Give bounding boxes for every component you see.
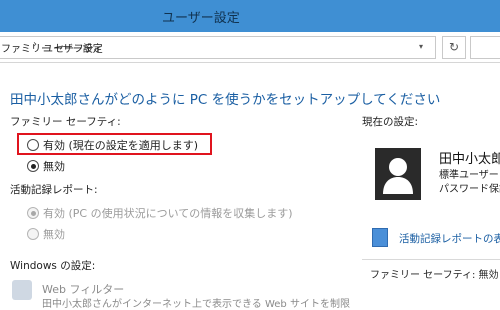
activity-report-label: 活動記録レポート: — [10, 184, 98, 196]
search-input[interactable] — [470, 36, 500, 59]
window-title: ユーザー設定 — [162, 11, 240, 26]
user-silhouette-icon — [383, 158, 413, 194]
current-settings-label: 現在の設定: — [362, 116, 419, 128]
family-safety-off-radio[interactable] — [27, 160, 39, 172]
family-safety-label: ファミリー セーフティ: — [10, 116, 121, 128]
password-status: パスワード保護 — [439, 184, 500, 195]
activity-report-on-label: 有効 (PC の使用状況についての情報を収集します) — [43, 207, 293, 220]
family-safety-status: ファミリー セーフティ: 無効 — [370, 270, 499, 281]
page-heading: 田中小太郎さんがどのように PC を使うかをセットアップしてください — [10, 92, 441, 108]
family-safety-on-radio[interactable] — [27, 139, 39, 151]
breadcrumb-user-settings[interactable]: ユーザー設定 — [43, 40, 103, 55]
web-filter-icon — [12, 280, 32, 300]
divider — [362, 259, 500, 260]
family-safety-off-label[interactable]: 無効 — [43, 158, 65, 174]
activity-report-link[interactable]: 活動記録レポートの表示 — [399, 231, 500, 246]
activity-report-off-label: 無効 — [43, 228, 65, 241]
windows-settings-label: Windows の設定: — [10, 260, 96, 272]
breadcrumb-separator-icon: › — [33, 39, 37, 50]
address-bar[interactable]: ファミリー セーフティ › ユーザー設定 ▾ — [0, 36, 436, 59]
activity-report-on-radio — [27, 207, 39, 219]
title-bar: ユーザー設定 — [0, 0, 500, 32]
web-filter-description: 田中小太郎さんがインターネット上で表示できる Web サイトを制限 — [42, 299, 350, 310]
activity-report-icon — [372, 228, 388, 247]
user-name: 田中小太郎 — [439, 152, 500, 167]
address-row: ファミリー セーフティ › ユーザー設定 ▾ ↻ — [0, 32, 500, 63]
refresh-button[interactable]: ↻ — [442, 36, 466, 59]
chevron-down-icon[interactable]: ▾ — [419, 42, 429, 52]
activity-report-off-radio — [27, 228, 39, 240]
family-safety-on-label[interactable]: 有効 (現在の設定を適用します) — [43, 137, 198, 153]
account-type: 標準ユーザー — [439, 170, 499, 181]
refresh-icon: ↻ — [448, 40, 460, 54]
user-avatar — [375, 148, 421, 200]
